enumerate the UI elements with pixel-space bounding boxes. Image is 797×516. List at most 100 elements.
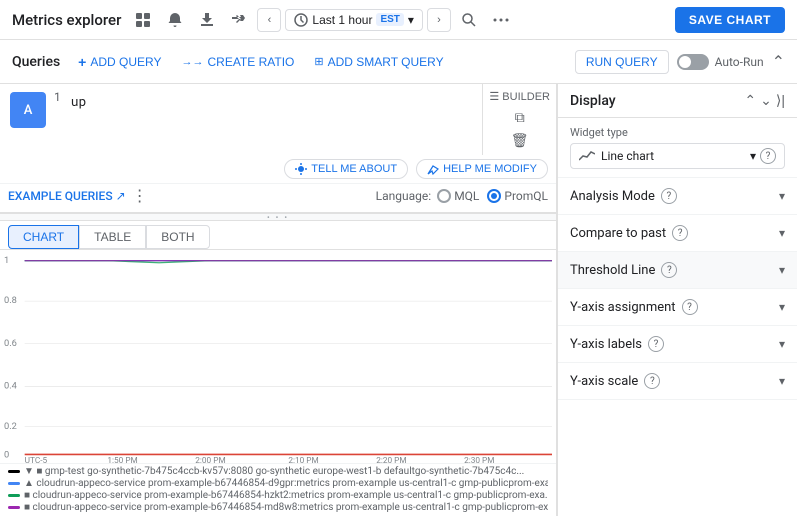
select-right: ▾ ? bbox=[750, 148, 776, 164]
panel-close-btn[interactable]: ⟩| bbox=[776, 92, 785, 109]
top-bar-left: Metrics explorer ‹ Last 1 hour EST ▾ › bbox=[12, 6, 515, 34]
delete-query-btn[interactable]: 🗑 bbox=[487, 130, 552, 151]
svg-text:2:20 PM: 2:20 PM bbox=[376, 456, 406, 463]
download-icon-btn[interactable] bbox=[193, 6, 221, 34]
queries-title: Queries bbox=[12, 54, 60, 70]
section-left: Compare to past ? bbox=[570, 225, 688, 241]
widget-type-left: Line chart bbox=[579, 149, 654, 163]
compare-help-icon[interactable]: ? bbox=[672, 225, 688, 241]
run-query-button[interactable]: RUN QUERY bbox=[575, 50, 669, 74]
add-query-button[interactable]: + ADD QUERY bbox=[72, 50, 167, 74]
tab-both[interactable]: BOTH bbox=[146, 225, 209, 249]
more-menu-btn[interactable]: ⋮ bbox=[132, 186, 148, 206]
wand-icon bbox=[427, 163, 439, 175]
y-scale-help-icon[interactable]: ? bbox=[644, 373, 660, 389]
chart-canvas: 1 0.8 0.6 0.4 0.2 0 UTC-5 1:50 PM bbox=[0, 250, 556, 463]
tab-table[interactable]: TABLE bbox=[79, 225, 146, 249]
section-compare-to-past[interactable]: Compare to past ? ▾ bbox=[558, 215, 797, 252]
search-icon-btn[interactable] bbox=[455, 6, 483, 34]
more-options-icon-btn[interactable] bbox=[487, 6, 515, 34]
legend-item-0: ▼ ■ gmp-test go-synthetic-7b475c4ccb-kv5… bbox=[8, 466, 548, 477]
top-bar-icons: ‹ Last 1 hour EST ▾ › bbox=[129, 6, 515, 34]
radio-group: MQL PromQL bbox=[437, 189, 548, 203]
query-actions-row: TELL ME ABOUT HELP ME MODIFY bbox=[0, 155, 556, 183]
link-icon bbox=[231, 12, 247, 28]
svg-text:0.2: 0.2 bbox=[4, 421, 17, 432]
auto-run-switch[interactable] bbox=[677, 54, 709, 70]
panel-icons: ⌃ ⌄ ⟩| bbox=[744, 92, 785, 109]
section-label-y-scale: Y-axis scale bbox=[570, 374, 638, 389]
sparkle-icon bbox=[295, 163, 307, 175]
link-icon-btn[interactable] bbox=[225, 6, 253, 34]
example-queries-link[interactable]: EXAMPLE QUERIES ↗ bbox=[8, 189, 126, 203]
bell-icon bbox=[167, 12, 183, 28]
mql-radio[interactable]: MQL bbox=[437, 189, 479, 203]
widget-type-section: Widget type Line chart ▾ ? bbox=[558, 118, 797, 178]
section-y-axis-scale[interactable]: Y-axis scale ? ▾ bbox=[558, 363, 797, 400]
right-panel-header: Display ⌃ ⌄ ⟩| bbox=[558, 84, 797, 118]
compare-chevron: ▾ bbox=[779, 226, 785, 240]
alert-icon-btn[interactable] bbox=[161, 6, 189, 34]
promql-radio-dot bbox=[491, 193, 497, 199]
section-threshold-line[interactable]: Threshold Line ? ▾ bbox=[558, 252, 797, 289]
create-ratio-button[interactable]: →→ CREATE RATIO bbox=[175, 51, 300, 73]
analysis-help-icon[interactable]: ? bbox=[661, 188, 677, 204]
threshold-chevron: ▾ bbox=[779, 263, 785, 277]
toggle-knob bbox=[679, 56, 691, 68]
threshold-help-icon[interactable]: ? bbox=[661, 262, 677, 278]
collapse-panel-button[interactable]: ⌃ bbox=[772, 52, 785, 72]
y-labels-help-icon[interactable]: ? bbox=[648, 336, 664, 352]
chart-area: CHART TABLE BOTH 1 0.8 0.6 0.4 0.2 0 bbox=[0, 221, 556, 516]
line-chart-icon bbox=[579, 150, 595, 162]
section-label-analysis: Analysis Mode bbox=[570, 189, 655, 204]
legend-color-3 bbox=[8, 506, 20, 509]
tab-chart[interactable]: CHART bbox=[8, 225, 79, 249]
app-title: Metrics explorer bbox=[12, 11, 121, 29]
add-smart-query-button[interactable]: ⊞ ADD SMART QUERY bbox=[308, 51, 449, 73]
legend-color-1 bbox=[8, 482, 20, 485]
add-query-icon: + bbox=[78, 54, 86, 70]
widget-type-value: Line chart bbox=[601, 149, 654, 163]
widget-type-select[interactable]: Line chart ▾ ? bbox=[570, 143, 785, 169]
builder-btn[interactable]: ☰ BUILDER bbox=[487, 88, 552, 105]
section-label-y-assign: Y-axis assignment bbox=[570, 300, 676, 315]
help-me-modify-button[interactable]: HELP ME MODIFY bbox=[416, 159, 548, 179]
section-left: Y-axis assignment ? bbox=[570, 299, 698, 315]
section-left: Y-axis labels ? bbox=[570, 336, 664, 352]
grid-icon-btn[interactable] bbox=[129, 6, 157, 34]
top-bar: Metrics explorer ‹ Last 1 hour EST ▾ › bbox=[0, 0, 797, 40]
save-chart-button[interactable]: SAVE CHART bbox=[675, 7, 785, 33]
mql-label: MQL bbox=[454, 189, 479, 203]
resize-handle[interactable]: • • • bbox=[0, 213, 556, 221]
tell-me-about-button[interactable]: TELL ME ABOUT bbox=[284, 159, 408, 179]
section-y-axis-assignment[interactable]: Y-axis assignment ? ▾ bbox=[558, 289, 797, 326]
section-y-axis-labels[interactable]: Y-axis labels ? ▾ bbox=[558, 326, 797, 363]
legend-item-1: ▲ cloudrun-appeco-service prom-example-b… bbox=[8, 478, 548, 489]
section-analysis-mode[interactable]: Analysis Mode ? ▾ bbox=[558, 178, 797, 215]
time-range-label: Last 1 hour bbox=[312, 13, 372, 27]
query-text-input[interactable] bbox=[71, 90, 479, 112]
svg-text:2:00 PM: 2:00 PM bbox=[195, 456, 225, 463]
query-side-actions: ☰ BUILDER ⧉ 🗑 bbox=[482, 84, 556, 155]
create-ratio-label: CREATE RATIO bbox=[207, 55, 294, 69]
y-assign-chevron: ▾ bbox=[779, 300, 785, 314]
panel-expand-btn[interactable]: ⌃ bbox=[744, 92, 756, 109]
y-assign-help-icon[interactable]: ? bbox=[682, 299, 698, 315]
search-icon bbox=[461, 12, 477, 28]
panel-collapse-btn[interactable]: ⌄ bbox=[760, 92, 772, 109]
nav-next-btn[interactable]: › bbox=[427, 8, 451, 32]
time-range-button[interactable]: Last 1 hour EST ▾ bbox=[285, 9, 423, 31]
legend-item-3: ■ cloudrun-appeco-service prom-example-b… bbox=[8, 502, 548, 513]
smart-query-icon: ⊞ bbox=[314, 55, 323, 68]
svg-text:0.6: 0.6 bbox=[4, 338, 17, 349]
widget-help-icon[interactable]: ? bbox=[760, 148, 776, 164]
nav-prev-btn[interactable]: ‹ bbox=[257, 8, 281, 32]
add-query-label: ADD QUERY bbox=[90, 55, 161, 69]
analysis-chevron: ▾ bbox=[779, 189, 785, 203]
left-panel: A 1 ☰ BUILDER ⧉ 🗑 TELL ME ABOUT bbox=[0, 84, 557, 516]
copy-query-btn[interactable]: ⧉ bbox=[487, 107, 552, 128]
est-badge: EST bbox=[376, 13, 403, 26]
auto-run-label: Auto-Run bbox=[715, 55, 764, 69]
promql-radio[interactable]: PromQL bbox=[487, 189, 548, 203]
svg-text:UTC-5: UTC-5 bbox=[25, 456, 48, 463]
